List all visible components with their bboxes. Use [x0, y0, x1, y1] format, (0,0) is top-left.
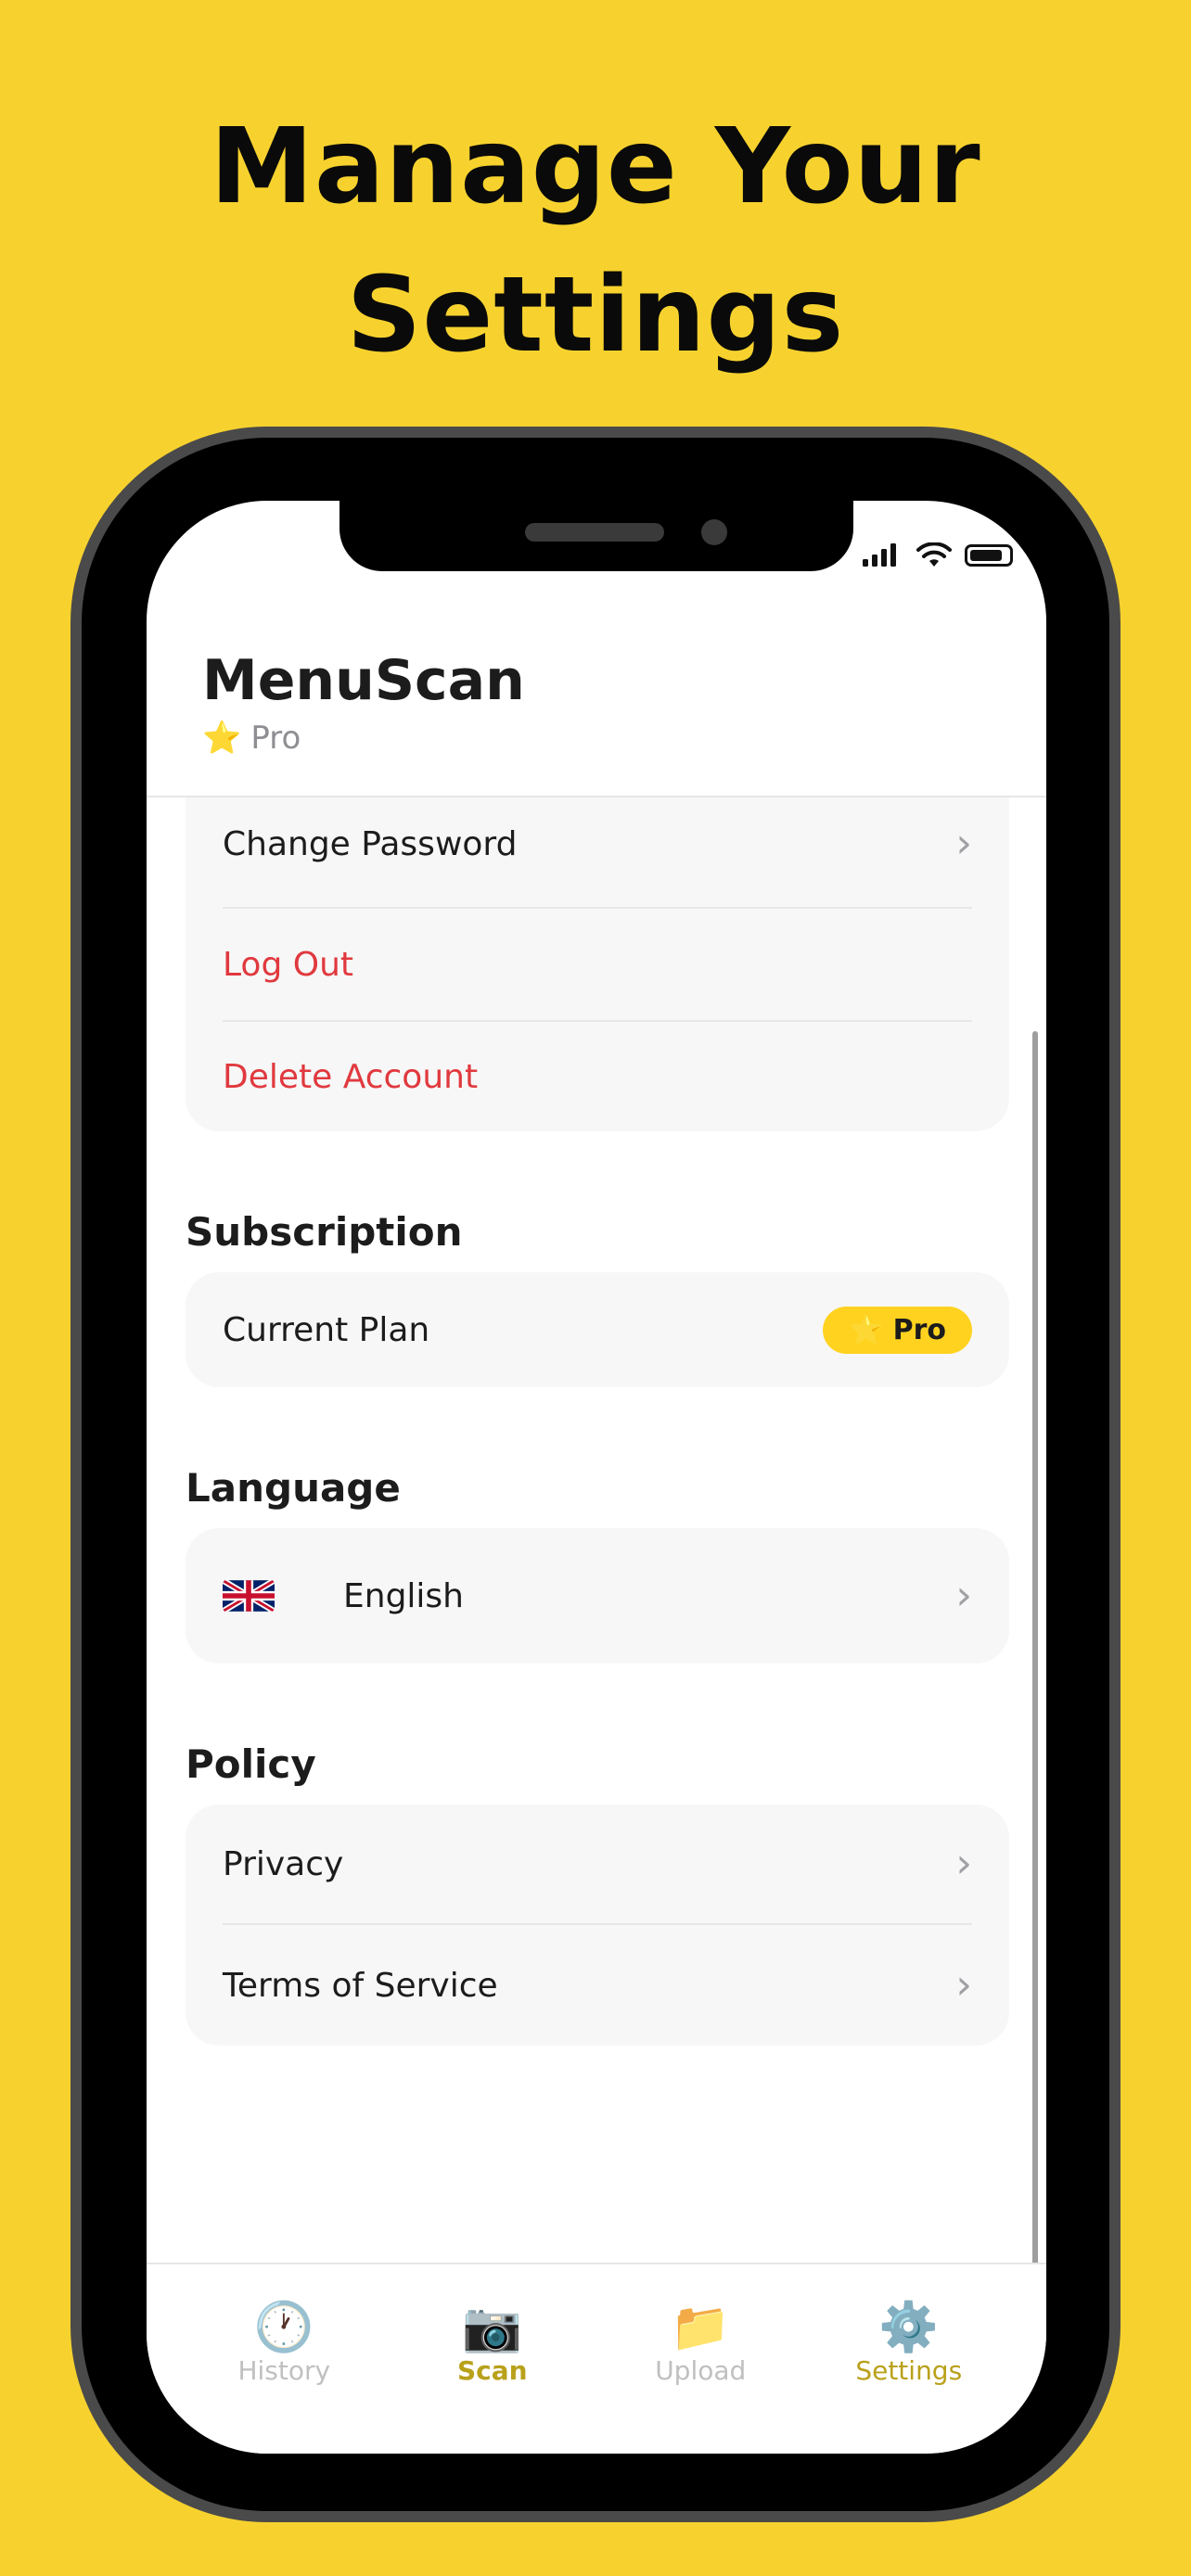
- app-header: MenuScan ⭐ Pro: [202, 647, 525, 757]
- wifi-icon: [916, 542, 952, 567]
- terms-row[interactable]: Terms of Service ›: [223, 1925, 972, 2046]
- tab-upload[interactable]: 📁 Upload: [608, 2264, 793, 2454]
- pro-badge-label: Pro: [892, 1313, 946, 1346]
- change-password-row[interactable]: Change Password ›: [223, 797, 972, 890]
- subscription-card: Current Plan ⭐ Pro: [186, 1272, 1009, 1387]
- gear-icon: ⚙️: [878, 2300, 940, 2355]
- delete-account-label: Delete Account: [223, 1057, 479, 1096]
- uk-flag-icon: [223, 1579, 275, 1613]
- policy-card: Privacy › Terms of Service ›: [186, 1804, 1009, 2046]
- tab-settings[interactable]: ⚙️ Settings: [816, 2264, 1002, 2454]
- headline-line-2: Settings: [346, 255, 845, 376]
- star-icon: ⭐: [202, 720, 242, 757]
- camera-icon: 📷: [462, 2300, 523, 2355]
- clock-icon: 🕐: [253, 2300, 314, 2355]
- battery-icon: [965, 544, 1013, 567]
- current-plan-row[interactable]: Current Plan ⭐ Pro: [223, 1272, 972, 1387]
- chevron-right-icon: ›: [955, 1840, 972, 1887]
- tab-upload-label: Upload: [655, 2355, 747, 2386]
- plan-indicator: ⭐ Pro: [202, 720, 525, 757]
- delete-account-row[interactable]: Delete Account: [223, 1022, 972, 1131]
- terms-label: Terms of Service: [223, 1966, 498, 2005]
- privacy-row[interactable]: Privacy ›: [223, 1804, 972, 1923]
- phone-screen: MenuScan ⭐ Pro Change Password › Log Out…: [147, 501, 1046, 2454]
- tab-bar: 🕐 History 📷 Scan 📁 Upload ⚙️ Settings: [147, 2263, 1046, 2454]
- account-card: Change Password › Log Out Delete Account: [186, 797, 1009, 1131]
- language-value: English: [343, 1576, 464, 1615]
- tab-scan[interactable]: 📷 Scan: [400, 2264, 585, 2454]
- privacy-label: Privacy: [223, 1844, 344, 1883]
- language-row[interactable]: English ›: [223, 1528, 972, 1664]
- folder-icon: 📁: [670, 2300, 731, 2355]
- pro-badge: ⭐ Pro: [823, 1306, 972, 1354]
- notch: [339, 501, 853, 571]
- subscription-section-title: Subscription: [186, 1209, 463, 1255]
- chevron-right-icon: ›: [955, 820, 972, 867]
- scrollbar[interactable]: [1032, 1031, 1038, 2348]
- current-plan-label: Current Plan: [223, 1310, 430, 1349]
- plan-label: Pro: [250, 720, 301, 757]
- log-out-row[interactable]: Log Out: [223, 909, 972, 1020]
- headline-line-1: Manage Your: [210, 107, 981, 227]
- chevron-right-icon: ›: [955, 1572, 972, 1619]
- chevron-right-icon: ›: [955, 1961, 972, 2009]
- cellular-signal-icon: [863, 543, 896, 567]
- language-card: English ›: [186, 1528, 1009, 1664]
- speaker: [525, 523, 664, 542]
- tab-settings-label: Settings: [855, 2355, 963, 2386]
- tab-history[interactable]: 🕐 History: [191, 2264, 377, 2454]
- policy-section-title: Policy: [186, 1741, 316, 1787]
- marketing-headline: Manage Your Settings: [0, 93, 1191, 389]
- tab-scan-label: Scan: [456, 2355, 528, 2386]
- log-out-label: Log Out: [223, 945, 354, 984]
- app-title: MenuScan: [202, 648, 525, 713]
- change-password-label: Change Password: [223, 824, 518, 863]
- language-section-title: Language: [186, 1465, 401, 1511]
- language-value-group: English: [223, 1577, 464, 1615]
- star-icon: ⭐: [849, 1313, 884, 1346]
- status-bar: [863, 542, 1013, 569]
- tab-history-label: History: [237, 2355, 331, 2386]
- front-camera: [701, 519, 727, 545]
